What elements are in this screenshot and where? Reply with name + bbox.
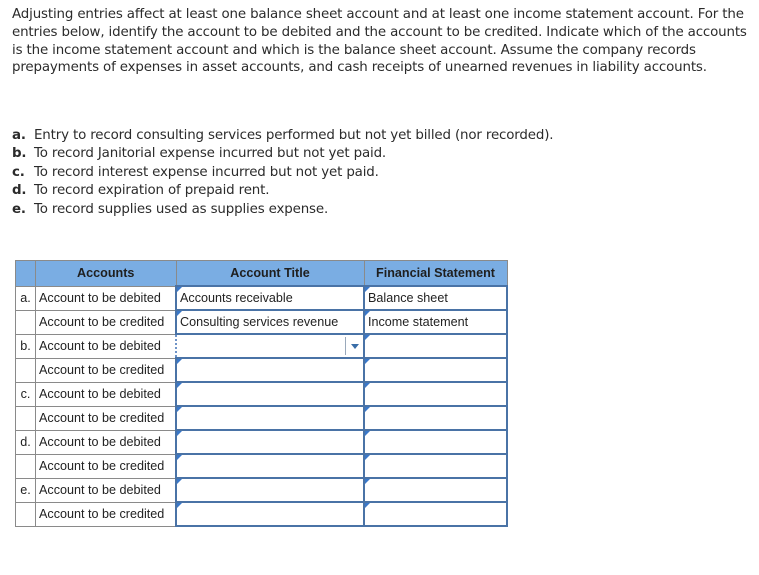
entry-text: To record supplies used as supplies expe… bbox=[34, 201, 329, 217]
input-flag-icon bbox=[365, 431, 370, 436]
financial-statement-select[interactable] bbox=[363, 429, 508, 455]
entry-label: a. bbox=[12, 128, 26, 143]
account-title-select[interactable] bbox=[175, 453, 365, 479]
account-title-select[interactable] bbox=[175, 477, 365, 503]
account-title-select[interactable] bbox=[175, 333, 365, 359]
row-account-label: Account to be debited bbox=[35, 333, 177, 359]
entry-label: b. bbox=[12, 146, 27, 162]
account-title-select[interactable] bbox=[175, 381, 365, 407]
input-flag-icon bbox=[177, 503, 182, 508]
row-letter: b. bbox=[15, 333, 36, 359]
financial-statement-value: Income statement bbox=[368, 315, 469, 329]
financial-statement-select[interactable] bbox=[363, 357, 508, 383]
entries-list: a. Entry to record consulting services pe… bbox=[12, 127, 712, 219]
account-title-select[interactable] bbox=[175, 357, 365, 383]
financial-statement-select[interactable] bbox=[363, 405, 508, 431]
account-title-select[interactable]: Accounts receivable bbox=[175, 285, 365, 311]
input-flag-icon bbox=[365, 311, 370, 316]
account-title-select[interactable] bbox=[175, 501, 365, 527]
input-flag-icon bbox=[177, 455, 182, 460]
input-flag-icon bbox=[177, 407, 182, 412]
input-flag-icon bbox=[365, 479, 370, 484]
row-letter: e. bbox=[15, 477, 36, 503]
account-title-select[interactable] bbox=[175, 405, 365, 431]
table-header-row: Accounts Account Title Financial Stateme… bbox=[15, 260, 508, 287]
entry-text: To record interest expense incurred but … bbox=[34, 164, 379, 180]
entry-item: b. To record Janitorial expense incurred … bbox=[12, 145, 712, 163]
entry-label: c. bbox=[12, 164, 25, 180]
row-account-label: Account to be credited bbox=[35, 453, 177, 479]
account-title-value: Consulting services revenue bbox=[180, 315, 339, 329]
entry-text: To record Janitorial expense incurred bu… bbox=[34, 146, 387, 162]
table-row: Account to be credited bbox=[15, 357, 508, 383]
row-account-label: Account to be credited bbox=[35, 309, 177, 335]
input-flag-icon bbox=[177, 431, 182, 436]
table-row: b. Account to be debited bbox=[15, 333, 508, 359]
table-row: Account to be credited bbox=[15, 501, 508, 527]
input-flag-icon bbox=[365, 359, 370, 364]
account-title-value: Accounts receivable bbox=[180, 291, 293, 305]
header-letter bbox=[15, 260, 36, 287]
table-row: Account to be credited bbox=[15, 453, 508, 479]
account-title-select[interactable] bbox=[175, 429, 365, 455]
row-account-label: Account to be credited bbox=[35, 357, 177, 383]
row-letter bbox=[15, 309, 36, 335]
entry-item: c. To record interest expense incurred bu… bbox=[12, 164, 712, 182]
financial-statement-select[interactable]: Balance sheet bbox=[363, 285, 508, 311]
table-row: c. Account to be debited bbox=[15, 381, 508, 407]
row-account-label: Account to be credited bbox=[35, 405, 177, 431]
financial-statement-select[interactable]: Income statement bbox=[363, 309, 508, 335]
row-letter bbox=[15, 357, 36, 383]
input-flag-icon bbox=[177, 479, 182, 484]
row-letter bbox=[15, 405, 36, 431]
financial-statement-select[interactable] bbox=[363, 453, 508, 479]
entry-item: e. To record supplies used as supplies ex… bbox=[12, 201, 712, 219]
header-accounts: Accounts bbox=[35, 260, 177, 287]
row-account-label: Account to be credited bbox=[35, 501, 177, 527]
row-letter bbox=[15, 453, 36, 479]
input-flag-icon bbox=[177, 383, 182, 388]
header-financial-statement: Financial Statement bbox=[363, 260, 508, 287]
table-row: a. Account to be debited Accounts receivab… bbox=[15, 285, 508, 311]
row-letter: a. bbox=[15, 285, 36, 311]
table-row: Account to be credited bbox=[15, 405, 508, 431]
input-flag-icon bbox=[365, 407, 370, 412]
header-account-title: Account Title bbox=[175, 260, 365, 287]
input-flag-icon bbox=[177, 287, 182, 292]
row-letter: c. bbox=[15, 381, 36, 407]
dropdown-arrow-icon[interactable] bbox=[345, 337, 363, 355]
entry-item: a. Entry to record consulting services pe… bbox=[12, 127, 712, 145]
input-flag-icon bbox=[365, 503, 370, 508]
input-flag-icon bbox=[365, 455, 370, 460]
input-flag-icon bbox=[177, 311, 182, 316]
row-letter: d. bbox=[15, 429, 36, 455]
financial-statement-select[interactable] bbox=[363, 333, 508, 359]
entry-text: Entry to record consulting services perf… bbox=[34, 128, 554, 143]
entry-item: d. To record expiration of prepaid rent. bbox=[12, 182, 712, 200]
row-account-label: Account to be debited bbox=[35, 381, 177, 407]
financial-statement-select[interactable] bbox=[363, 381, 508, 407]
adjusting-entries-table: Accounts Account Title Financial Stateme… bbox=[15, 260, 508, 527]
table-row: d. Account to be debited bbox=[15, 429, 508, 455]
table-row: Account to be credited Consulting service… bbox=[15, 309, 508, 335]
account-title-select[interactable]: Consulting services revenue bbox=[175, 309, 365, 335]
row-account-label: Account to be debited bbox=[35, 285, 177, 311]
financial-statement-value: Balance sheet bbox=[368, 291, 448, 305]
row-letter bbox=[15, 501, 36, 527]
entry-text: To record expiration of prepaid rent. bbox=[34, 183, 270, 199]
instructions-text: Adjusting entries affect at least one ba… bbox=[12, 7, 747, 76]
financial-statement-select[interactable] bbox=[363, 477, 508, 503]
entry-label: d. bbox=[12, 183, 27, 199]
entry-label: e. bbox=[12, 201, 26, 217]
input-flag-icon bbox=[365, 383, 370, 388]
financial-statement-select[interactable] bbox=[363, 501, 508, 527]
input-flag-icon bbox=[177, 359, 182, 364]
input-flag-icon bbox=[365, 287, 370, 292]
input-flag-icon bbox=[365, 335, 370, 340]
table-row: e. Account to be debited bbox=[15, 477, 508, 503]
row-account-label: Account to be debited bbox=[35, 477, 177, 503]
row-account-label: Account to be debited bbox=[35, 429, 177, 455]
